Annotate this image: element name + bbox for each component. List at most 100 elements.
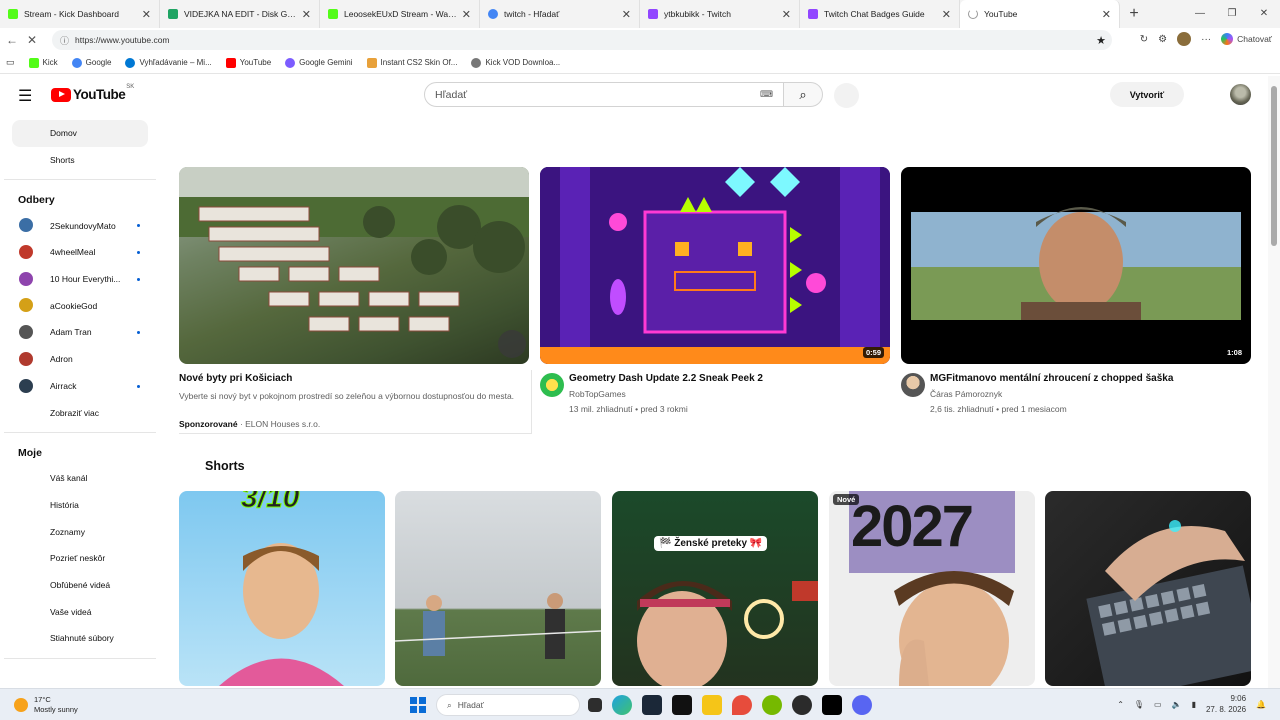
sidebar-subscription[interactable]: Airrack xyxy=(12,373,148,400)
network-icon[interactable]: ▭ xyxy=(1154,700,1162,709)
bookmark[interactable]: Kick xyxy=(28,57,58,68)
sidebar-item-history[interactable]: História xyxy=(12,492,148,519)
discord-icon[interactable] xyxy=(852,695,872,715)
close-icon[interactable]: ✕ xyxy=(1102,8,1111,21)
channel-avatar[interactable] xyxy=(540,373,564,397)
close-icon[interactable]: ✕ xyxy=(462,8,471,21)
channel-name[interactable]: RobTopGames xyxy=(569,389,626,399)
close-icon[interactable]: ✕ xyxy=(942,8,951,21)
start-icon[interactable] xyxy=(410,697,426,713)
sidebar-item-liked[interactable]: Obľúbené videá xyxy=(12,572,148,599)
back-icon[interactable]: ← xyxy=(2,33,22,47)
more-icon[interactable]: ··· xyxy=(1201,34,1211,45)
maps-icon[interactable] xyxy=(732,695,752,715)
profile-icon[interactable] xyxy=(1177,32,1192,46)
sidebar-subscription[interactable]: 2SekundovyMato xyxy=(12,212,148,239)
sidebar-item-watch-later[interactable]: Pozrieť neskôr xyxy=(12,545,148,572)
minimize-icon[interactable]: — xyxy=(1184,0,1216,28)
sidebar-item-downloads[interactable]: Stiahnuté súbory xyxy=(12,625,148,652)
steam-icon[interactable] xyxy=(642,695,662,715)
extensions-icon[interactable]: ⚙ xyxy=(1158,34,1167,45)
edge-icon[interactable] xyxy=(612,695,632,715)
maximize-icon[interactable]: ❐ xyxy=(1216,0,1248,28)
notifications-icon[interactable]: 🔔 xyxy=(1256,700,1266,709)
browser-tab[interactable]: LeoosekEUxD Stream - Watch Live✕ xyxy=(320,0,480,28)
clock[interactable]: 9:06 27. 8. 2026 xyxy=(1206,693,1246,715)
reading-list-icon[interactable]: ▭ xyxy=(6,57,15,68)
short-thumbnail[interactable]: 3/10 xyxy=(179,491,385,686)
sidebar-subscription[interactable]: aCookieGod xyxy=(12,292,148,319)
voice-search-button[interactable] xyxy=(834,83,859,108)
sidebar-item-shorts[interactable]: Shorts xyxy=(12,147,148,174)
bookmark[interactable]: Kick VOD Downloa... xyxy=(471,57,560,68)
short-thumbnail[interactable] xyxy=(1045,491,1251,686)
sidebar-subscription[interactable]: 10 Hour Everythi... xyxy=(12,266,148,293)
capcut-icon[interactable] xyxy=(672,695,692,715)
site-info-icon[interactable]: ⓘ xyxy=(60,34,69,47)
weather-widget[interactable]: 17°C Mostly sunny xyxy=(14,695,78,715)
capcut-editor-icon[interactable] xyxy=(822,695,842,715)
video-title[interactable]: Geometry Dash Update 2.2 Sneak Peek 2 xyxy=(569,373,763,384)
close-icon[interactable]: ✕ xyxy=(782,8,791,21)
sidebar-subscription[interactable]: Adam Tran xyxy=(12,319,148,346)
bookmark[interactable]: Instant CS2 Skin Of... xyxy=(366,57,457,68)
search-button[interactable]: ⌕ xyxy=(783,82,823,107)
channel-name[interactable]: Čáras Pámoroznyk xyxy=(930,389,1002,399)
close-icon[interactable]: ✕ xyxy=(622,8,631,21)
task-view-icon[interactable] xyxy=(588,698,602,712)
video-title[interactable]: MGFitmanovo mentální zhroucení z chopped… xyxy=(930,373,1173,384)
short-thumbnail[interactable]: Nové 2027 xyxy=(829,491,1035,686)
create-button[interactable]: Vytvoriť xyxy=(1110,82,1184,107)
taskbar-search[interactable]: ⌕ Hľadať xyxy=(436,694,580,716)
video-thumbnail[interactable]: 1:08 xyxy=(901,167,1251,364)
browser-tab[interactable]: ytbkubikk - Twitch ✕ xyxy=(640,0,800,28)
show-more-button[interactable]: Zobraziť viac xyxy=(12,399,148,426)
search-input[interactable]: Hľadať ⌨ xyxy=(424,82,784,107)
video-thumbnail[interactable]: 0:59 xyxy=(540,167,890,364)
sidebar-item-your-videos[interactable]: Vaše videá xyxy=(12,598,148,625)
scrollbar-thumb[interactable] xyxy=(1271,86,1277,246)
new-tab-icon[interactable]: + xyxy=(1120,0,1148,28)
bookmark[interactable]: Google xyxy=(71,57,111,68)
avatar[interactable] xyxy=(1230,84,1251,105)
copilot-button[interactable]: Chatovať xyxy=(1221,33,1272,45)
page-scrollbar[interactable] xyxy=(1268,76,1280,688)
bookmark[interactable]: YouTube xyxy=(225,57,271,68)
chevron-up-icon[interactable]: ⌃ xyxy=(1117,700,1124,709)
winamp-icon[interactable] xyxy=(702,695,722,715)
channel-avatar[interactable] xyxy=(901,373,925,397)
bookmark[interactable]: Vyhľadávanie – Mi... xyxy=(125,57,212,68)
menu-icon[interactable]: ☰ xyxy=(18,86,32,106)
youtube-logo[interactable]: YouTube SK xyxy=(51,84,134,102)
sidebar-subscription[interactable]: 4wheelMeal xyxy=(12,239,148,266)
browser-tab[interactable]: Twitch Chat Badges Guide ✕ xyxy=(800,0,960,28)
section-title[interactable]: Moje xyxy=(0,439,160,465)
close-icon[interactable]: ✕ xyxy=(302,8,311,21)
sidebar-item-your-channel[interactable]: Váš kanál xyxy=(12,465,148,492)
browser-tab[interactable]: twitch - Hľadať ✕ xyxy=(480,0,640,28)
close-icon[interactable]: ✕ xyxy=(142,8,151,21)
close-window-icon[interactable]: ✕ xyxy=(1248,0,1280,28)
sidebar-item-playlists[interactable]: Zoznamy xyxy=(12,518,148,545)
obs-icon[interactable] xyxy=(792,695,812,715)
volume-icon[interactable]: 🔈 xyxy=(1172,700,1182,709)
bookmark[interactable]: Google Gemini xyxy=(285,57,353,68)
stop-loading-icon[interactable]: ✕ xyxy=(22,33,42,47)
nvidia-icon[interactable] xyxy=(762,695,782,715)
sidebar-subscription[interactable]: Adron xyxy=(12,346,148,373)
video-thumbnail[interactable] xyxy=(179,167,529,364)
bookmark-star-icon[interactable]: ★ xyxy=(1096,34,1106,47)
refresh-icon[interactable]: ↻ xyxy=(1140,34,1148,45)
battery-icon[interactable]: ▮ xyxy=(1192,700,1196,709)
url-field[interactable]: ⓘ https://www.youtube.com ★ xyxy=(52,30,1112,50)
short-thumbnail[interactable] xyxy=(395,491,601,686)
browser-tab-active[interactable]: YouTube ✕ xyxy=(960,0,1120,28)
short-thumbnail[interactable]: 🏁 Ženské preteky 🎀 xyxy=(612,491,818,686)
browser-tab[interactable]: Stream - Kick Dashboard ✕ xyxy=(0,0,160,28)
video-title[interactable]: Nové byty pri Košiciach xyxy=(179,373,292,384)
keyboard-icon[interactable]: ⌨ xyxy=(760,89,773,100)
sidebar-item-home[interactable]: Domov xyxy=(12,120,148,147)
section-title[interactable]: Odbery xyxy=(0,186,160,212)
browser-tab[interactable]: VIDEJKA NA EDIT - Disk Google ✕ xyxy=(160,0,320,28)
microphone-icon[interactable]: 🎙 xyxy=(1134,700,1144,709)
